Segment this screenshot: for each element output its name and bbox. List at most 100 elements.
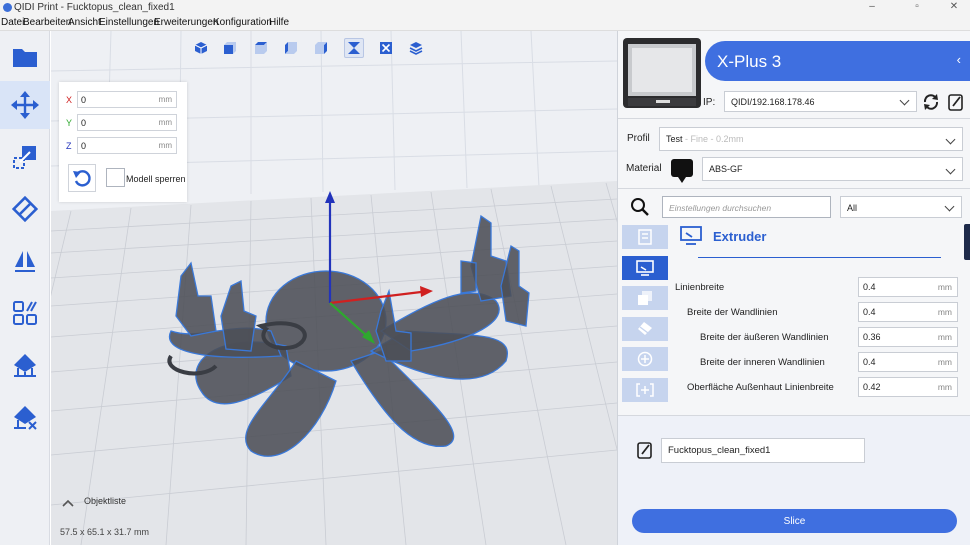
x-axis-label: X — [66, 95, 73, 105]
setting-value-input[interactable]: 0.4 mm — [858, 277, 958, 297]
extruder-section-icon — [680, 226, 702, 245]
support-remove-icon — [14, 406, 37, 430]
layer-view-icon — [409, 42, 423, 55]
menu-ansicht[interactable]: Ansicht — [68, 17, 101, 28]
reset-position-button[interactable] — [68, 164, 96, 192]
mirror-tool-button[interactable] — [0, 237, 50, 285]
category-extruder-button[interactable] — [622, 256, 668, 280]
shell-icon — [638, 291, 652, 305]
material-value: ABS-GF — [709, 164, 743, 174]
per-model-settings-button[interactable] — [0, 289, 50, 337]
menu-datei[interactable]: Datei — [1, 17, 24, 28]
menu-hilfe[interactable]: Hilfe — [269, 17, 289, 28]
quality-icon — [638, 229, 652, 245]
section-title: Extruder — [713, 229, 767, 244]
setting-value-input[interactable]: 0.4 mm — [858, 302, 958, 322]
close-button[interactable]: ✕ — [940, 1, 968, 12]
lock-model-label: Modell sperren — [126, 174, 186, 184]
view-front-button[interactable] — [220, 38, 240, 58]
settings-search-input[interactable]: Einstellungen durchsuchen — [662, 196, 831, 218]
x-ray-view-icon — [348, 42, 360, 54]
category-quality-button[interactable] — [622, 225, 668, 249]
menu-bearbeiten[interactable]: Bearbeiten — [23, 17, 71, 28]
printer-banner[interactable]: X-Plus 3 ‹ — [705, 41, 970, 81]
job-name-input[interactable]: Fucktopus_clean_fixed1 — [661, 438, 865, 463]
setting-unit: mm — [937, 332, 952, 342]
chevron-down-icon — [899, 95, 910, 106]
profile-hint: - Fine - 0.2mm — [685, 134, 744, 144]
support-blocker-button[interactable] — [0, 341, 50, 389]
lock-model-checkbox[interactable] — [106, 168, 125, 187]
material-color-swatch[interactable] — [670, 158, 694, 184]
title-bar: QIDI Print - Fucktopus_clean_fixed1 – ▫ … — [0, 0, 970, 16]
open-file-button[interactable] — [0, 33, 50, 81]
setting-label: Breite der inneren Wandlinien — [700, 357, 825, 368]
scrollbar-handle[interactable] — [964, 224, 970, 260]
z-position-field[interactable]: 0 mm — [77, 137, 177, 154]
setting-value-input[interactable]: 0.36 mm — [858, 327, 958, 347]
left-toolbar — [0, 31, 50, 545]
scale-tool-button[interactable] — [0, 133, 50, 181]
profile-value-wrap: Test - Fine - 0.2mm — [666, 134, 744, 144]
job-name: Fucktopus_clean_fixed1 — [668, 445, 771, 456]
top-view-icon — [255, 42, 267, 54]
ip-value: QIDI/192.168.178.46 — [731, 97, 815, 107]
minimize-button[interactable]: – — [858, 1, 886, 12]
setting-label: Linienbreite — [675, 282, 725, 293]
divider — [618, 118, 970, 119]
left-view-icon — [285, 42, 297, 54]
setting-label: Breite der äußeren Wandlinien — [700, 332, 829, 343]
printer-name: X-Plus 3 — [717, 52, 782, 71]
menu-bar: Datei Bearbeiten Ansicht Einstellungen E… — [0, 16, 970, 31]
move-tool-button[interactable] — [0, 81, 50, 129]
view-layer-mode-button[interactable] — [406, 38, 426, 58]
adhesion-icon — [636, 383, 654, 397]
z-unit: mm — [158, 141, 172, 150]
view-xray-mode-button[interactable] — [344, 38, 364, 58]
category-support-button[interactable] — [622, 347, 668, 371]
maximize-button[interactable]: ▫ — [903, 1, 931, 12]
3d-view-icon — [194, 42, 208, 54]
edit-icon[interactable] — [948, 93, 964, 111]
move-panel: X 0 mm Y 0 mm Z 0 mm Modell sperren — [59, 82, 187, 202]
menu-einstellungen[interactable]: Einstellungen — [99, 17, 159, 28]
view-top-button[interactable] — [251, 38, 271, 58]
refresh-icon[interactable] — [922, 93, 940, 111]
setting-value-input[interactable]: 0.42 mm — [858, 377, 958, 397]
setting-value-input[interactable]: 0.4 mm — [858, 352, 958, 372]
slice-label: Slice — [783, 515, 806, 527]
move-icon — [11, 91, 39, 119]
menu-erweiterungen[interactable]: Erweiterungen — [154, 17, 218, 28]
category-shell-button[interactable] — [622, 286, 668, 310]
settings-filter-select[interactable]: All — [840, 196, 962, 218]
profile-select[interactable]: Test - Fine - 0.2mm — [659, 127, 963, 151]
profile-value: Test — [666, 134, 683, 144]
extruder-icon — [636, 260, 654, 276]
y-position-field[interactable]: 0 mm — [77, 114, 177, 131]
view-3d-button[interactable] — [191, 38, 211, 58]
setting-value: 0.4 — [863, 357, 876, 367]
support-remove-button[interactable] — [0, 393, 50, 441]
rotate-icon — [12, 196, 38, 222]
object-list-toggle[interactable]: Objektliste — [84, 496, 126, 506]
view-left-button[interactable] — [281, 38, 301, 58]
category-adhesion-button[interactable] — [622, 378, 668, 402]
edit-job-name-icon[interactable] — [637, 441, 653, 459]
material-select[interactable]: ABS-GF — [702, 157, 963, 181]
ip-select[interactable]: QIDI/192.168.178.46 — [724, 91, 917, 112]
rotate-tool-button[interactable] — [0, 185, 50, 233]
profile-label: Profil — [627, 133, 650, 144]
view-right-button[interactable] — [311, 38, 331, 58]
collapse-chevron-icon[interactable]: ‹ — [957, 52, 961, 67]
chevron-up-icon[interactable] — [62, 498, 74, 508]
slice-button[interactable]: Slice — [632, 509, 957, 533]
x-position-field[interactable]: 0 mm — [77, 91, 177, 108]
folder-icon — [13, 49, 37, 67]
right-view-icon — [315, 42, 327, 54]
per-model-settings-icon — [13, 301, 37, 325]
category-infill-button[interactable] — [622, 317, 668, 341]
app-icon — [3, 3, 12, 12]
view-solid-mode-button[interactable] — [376, 38, 396, 58]
window-title: QIDI Print - Fucktopus_clean_fixed1 — [14, 2, 175, 13]
menu-konfiguration[interactable]: Konfiguration — [213, 17, 272, 28]
